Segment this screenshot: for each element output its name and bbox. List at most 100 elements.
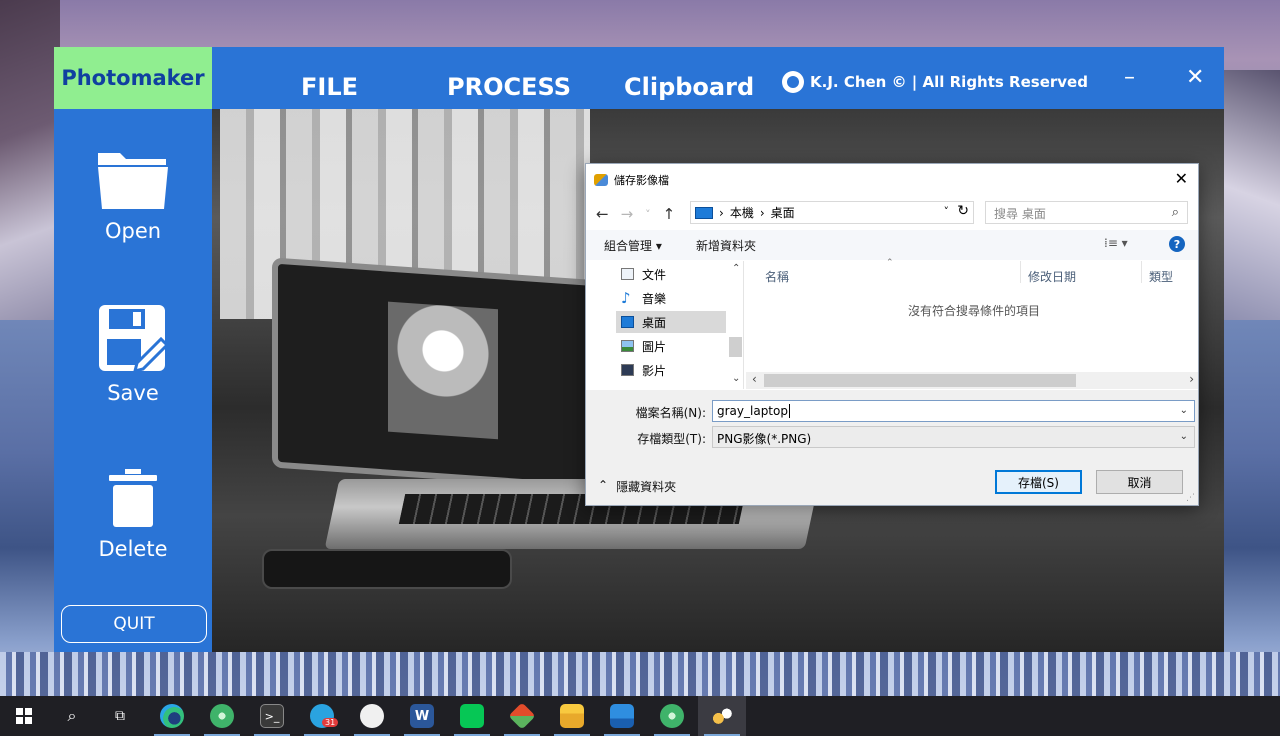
menu-clipboard[interactable]: Clipboard [624, 73, 754, 101]
filename-label: 檔案名稱(N): [635, 406, 706, 420]
nav-item-pictures[interactable]: 圖片 [621, 335, 727, 357]
search-button[interactable]: ⌕ [48, 696, 96, 736]
recent-chevron-icon[interactable]: ˅ [645, 208, 651, 221]
git-icon [508, 702, 536, 730]
filetype-select[interactable]: PNG影像(*.PNG) ⌄ [712, 426, 1195, 448]
taskbar-terminal[interactable]: >_ [248, 696, 296, 736]
search-icon: ⌕ [1171, 205, 1179, 220]
organize-menu[interactable]: 組合管理 ▾ [604, 237, 662, 254]
edge-browser-icon [160, 704, 184, 728]
dialog-nav-buttons: ← → ˅ ↑ [596, 202, 675, 226]
view-options-icon[interactable]: ⁞≡ ▾ [1104, 236, 1128, 250]
search-input[interactable]: 搜尋 桌面 ⌕ [985, 201, 1188, 224]
top-menu-bar: FILE PROCESS Clipboard K.J. Chen © | All… [212, 47, 1224, 109]
dialog-titlebar: 儲存影像檔 [594, 172, 669, 188]
word-icon: W [410, 704, 434, 728]
resize-grip-icon[interactable]: ⋰ [1186, 493, 1195, 503]
dialog-close-button[interactable]: ✕ [1175, 169, 1188, 188]
scrollbar-thumb[interactable] [764, 374, 1076, 387]
filename-dropdown-icon[interactable]: ⌄ [1180, 405, 1188, 416]
nav-scroll-up-icon[interactable]: ⌃ [732, 263, 740, 274]
windows-logo-icon [16, 708, 32, 724]
task-view-icon: ⧉ [115, 708, 125, 724]
filetype-label: 存檔類型(T): [637, 432, 706, 446]
search-icon: ⌕ [67, 706, 77, 725]
atom-icon [660, 704, 684, 728]
save-image-dialog: 儲存影像檔 ✕ ← → ˅ ↑ › 本機 › 桌面 ˅ ↻ 搜尋 桌面 ⌕ 組合… [585, 163, 1199, 506]
nav-item-documents[interactable]: 文件 [621, 263, 727, 285]
column-separator[interactable] [1020, 261, 1021, 283]
refresh-icon[interactable]: ↻ [957, 203, 969, 219]
back-arrow-icon[interactable]: ← [596, 205, 609, 223]
chevron-up-icon: ⌃ [598, 478, 609, 492]
horizontal-scrollbar[interactable]: ‹ › [746, 372, 1198, 389]
taskbar-wechat[interactable] [348, 696, 396, 736]
breadcrumb-this-pc[interactable]: 本機 [730, 204, 754, 221]
photomaker-app-icon [710, 704, 734, 728]
filename-input[interactable]: gray_laptop ⌄ [712, 400, 1195, 422]
delete-button[interactable]: Delete [54, 467, 212, 561]
taskbar-atom-2[interactable] [648, 696, 696, 736]
filetype-dropdown-icon[interactable]: ⌄ [1180, 431, 1188, 442]
taskbar-photomaker[interactable] [698, 696, 746, 736]
sidebar: Open Save Delete QUIT [54, 109, 212, 652]
save-button[interactable]: Save [54, 303, 212, 405]
taskbar-edge[interactable] [148, 696, 196, 736]
taskbar-file-explorer[interactable] [548, 696, 596, 736]
nav-scrollbar-thumb[interactable] [729, 337, 742, 357]
photo-child-portrait [388, 301, 498, 440]
taskbar-atom[interactable] [198, 696, 246, 736]
nav-item-desktop[interactable]: 桌面 [616, 311, 726, 333]
column-name[interactable]: 名稱 [765, 268, 789, 285]
menu-process[interactable]: PROCESS [447, 73, 571, 101]
nav-scroll-down-icon[interactable]: ⌄ [732, 373, 740, 384]
atom-icon [210, 704, 234, 728]
column-modified[interactable]: 修改日期 [1028, 268, 1076, 285]
new-folder-button[interactable]: 新增資料夾 [696, 237, 756, 254]
minimize-button[interactable]: – [1124, 65, 1135, 90]
scroll-left-icon[interactable]: ‹ [752, 372, 757, 386]
task-view-button[interactable]: ⧉ [96, 696, 144, 736]
scroll-right-icon[interactable]: › [1189, 372, 1194, 386]
address-dropdown-icon[interactable]: ˅ [944, 205, 950, 218]
hide-folders-label: 隱藏資料夾 [616, 480, 677, 494]
photos-icon [610, 704, 634, 728]
windows-taskbar: ⌕ ⧉ >_ 31 W [0, 696, 1280, 736]
dialog-cancel-button[interactable]: 取消 [1096, 470, 1183, 494]
nav-item-videos[interactable]: 影片 [621, 359, 727, 381]
taskbar-line[interactable] [448, 696, 496, 736]
taskbar-photos[interactable] [598, 696, 646, 736]
navigation-pane: 文件 ♪ 音樂 桌面 圖片 影片 ⌃ ⌄ [586, 261, 744, 389]
taskbar-telegram[interactable]: 31 [298, 696, 346, 736]
search-placeholder: 搜尋 桌面 [994, 207, 1046, 221]
command-bar: 組合管理 ▾ 新增資料夾 ⁞≡ ▾ ? [586, 230, 1198, 260]
github-icon[interactable] [782, 71, 804, 93]
wechat-icon [360, 704, 384, 728]
up-arrow-icon[interactable]: ↑ [663, 205, 676, 223]
start-button[interactable] [0, 696, 48, 736]
nav-item-label: 桌面 [642, 315, 667, 330]
open-button[interactable]: Open [54, 147, 212, 243]
column-type[interactable]: 類型 [1149, 268, 1173, 285]
pictures-icon [621, 340, 634, 352]
menu-file[interactable]: FILE [301, 73, 358, 101]
empty-results-message: 沒有符合搜尋條件的項目 [908, 304, 1041, 318]
taskbar-word[interactable]: W [398, 696, 446, 736]
terminal-icon: >_ [260, 704, 284, 728]
column-separator[interactable] [1141, 261, 1142, 283]
taskbar-git[interactable] [498, 696, 546, 736]
quit-button[interactable]: QUIT [61, 605, 207, 643]
forward-arrow-icon[interactable]: → [621, 205, 634, 223]
computer-icon [695, 206, 713, 219]
address-bar[interactable]: › 本機 › 桌面 ˅ ↻ [690, 201, 974, 224]
dialog-footer: 檔案名稱(N): gray_laptop ⌄ 存檔類型(T): PNG影像(*.… [586, 390, 1198, 505]
hide-folders-toggle[interactable]: ⌃ 隱藏資料夾 [598, 478, 676, 495]
nav-item-music[interactable]: ♪ 音樂 [621, 287, 727, 309]
breadcrumb-desktop[interactable]: 桌面 [771, 204, 795, 221]
desktop-mountain-right [1220, 70, 1280, 320]
dialog-save-button[interactable]: 存檔(S) [995, 470, 1082, 494]
nav-item-label: 音樂 [642, 291, 667, 306]
nav-item-label: 文件 [642, 267, 667, 282]
help-icon[interactable]: ? [1169, 236, 1185, 252]
close-button[interactable]: ✕ [1186, 65, 1204, 90]
